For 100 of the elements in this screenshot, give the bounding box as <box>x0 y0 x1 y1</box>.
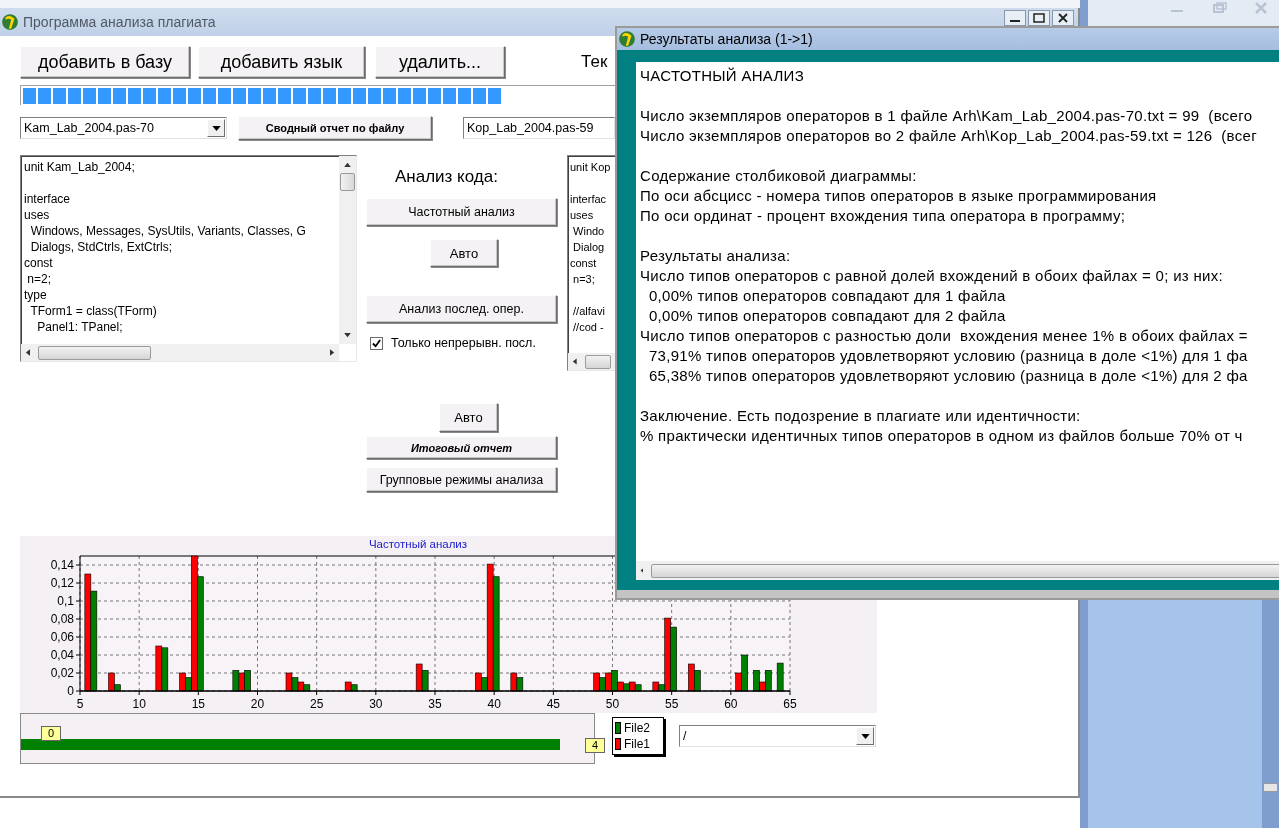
y-tick-label: 0,12 <box>50 576 74 590</box>
x-tick-label: 5 <box>76 697 84 711</box>
report-line: Результаты анализа: <box>640 246 791 266</box>
y-tick-label: 0,04 <box>50 648 74 662</box>
report-line: 0,00% типов операторов совпадают для 1 файла <box>647 286 1006 306</box>
y-tick-label: 0,08 <box>50 612 74 626</box>
gauge-min-label: 0 <box>41 726 62 741</box>
report-line: Содержание столбиковой диаграммы: <box>640 166 917 186</box>
report-line: По оси абсцисс - номера типов операторов в языке программирования <box>640 186 1157 206</box>
toolbar-button[interactable]: добавить в базу <box>20 46 190 78</box>
code-line: TForm1 = class(TForm) <box>29 303 157 319</box>
maximize-icon[interactable] <box>1028 10 1050 26</box>
scroll-right-icon[interactable] <box>330 348 335 357</box>
legend-label: File2 <box>624 721 650 735</box>
y-tick-label: 0,02 <box>50 666 74 680</box>
x-tick-label: 25 <box>310 697 324 711</box>
x-tick-label: 10 <box>132 697 146 711</box>
filter-combobox[interactable]: / <box>679 725 876 747</box>
caret-icon <box>860 733 870 739</box>
check-icon <box>372 338 381 348</box>
report-line: 65,38% типов операторов удовлетворяют условию (разница в доле <1%) для 2 фа <box>647 366 1248 386</box>
code-line: n=3; <box>572 272 595 287</box>
gauge-max-label: 4 <box>585 738 606 753</box>
x-tick-label: 30 <box>369 697 383 711</box>
checkbox-label: Только непрерывн. посл. <box>391 336 536 350</box>
code-memo[interactable]: unit Kop interfac uses Windo Dialog const n=3; //alfavi //cod - <box>567 155 616 371</box>
code-line: interfac <box>570 192 607 207</box>
code-line: unit Kop <box>570 160 611 175</box>
scroll-up-icon[interactable] <box>343 162 352 167</box>
x-tick-label: 40 <box>487 697 501 711</box>
scrollbar[interactable] <box>568 353 615 370</box>
code-line: Windows, Messages, SysUtils, Variants, Classes, G <box>29 223 306 239</box>
report-line: 0,00% типов операторов совпадают для 2 файла <box>647 306 1006 326</box>
bar <box>776 662 784 692</box>
report-line: ЧАСТОТНЫЙ АНАЛИЗ <box>640 66 805 86</box>
group-modes-button[interactable]: Групповые режимы анализа <box>366 467 557 492</box>
x-tick-label: 15 <box>191 697 205 711</box>
scrollbar[interactable] <box>1262 600 1279 828</box>
report-line: Заключение. Есть подозрение в плагиате или идентичности: <box>640 406 1081 426</box>
report-line: Число типов операторов с равной долей вхождений в обоих файлах = 0; из них: <box>640 266 1224 286</box>
frequency-analysis-button[interactable]: Частотный анализ <box>366 198 557 226</box>
summary-button[interactable]: Сводный отчет по файлу <box>238 116 432 140</box>
x-tick-label: 55 <box>665 697 679 711</box>
scroll-thumb[interactable] <box>340 173 355 191</box>
scroll-left-icon[interactable] <box>25 348 30 357</box>
code-line: interface <box>24 191 71 207</box>
section-label: Тек <box>581 52 608 72</box>
report-line: Число типов операторов с разностью доли вхождения менее 1% в обоих файлах = <box>640 326 1248 346</box>
code-line: Dialog <box>572 240 605 255</box>
report-line: По оси ординат - процент вхождения типа оператора в программу; <box>640 206 1126 226</box>
code-line: n=2; <box>26 271 52 287</box>
x-tick-label: 65 <box>783 697 797 711</box>
scroll-thumb[interactable] <box>651 563 1279 578</box>
code-line: type <box>24 287 47 303</box>
auto-button[interactable]: Авто <box>430 239 498 267</box>
code-line: Windo <box>572 224 605 239</box>
code-line: //cod - <box>572 320 604 335</box>
checkbox[interactable] <box>370 336 383 350</box>
y-tick-label: 0,06 <box>50 630 74 644</box>
report-line: 73,91% типов операторов удовлетворяют условию (разница в доле <1%) для 1 фа <box>647 346 1248 366</box>
toolbar-button[interactable]: удалить... <box>375 46 505 78</box>
scroll-thumb[interactable] <box>1263 783 1278 792</box>
report-line: Число экземпляров операторов во 2 файле Arh\Kop_Lab_2004.pas-59.txt = 126 (всег <box>640 126 1257 146</box>
scroll-left-icon[interactable] <box>572 357 577 366</box>
scroll-thumb[interactable] <box>38 345 151 360</box>
scroll-thumb[interactable] <box>584 354 611 369</box>
scrollbar[interactable] <box>21 344 339 361</box>
code-line: const <box>570 256 597 271</box>
scroll-down-icon[interactable] <box>343 333 352 338</box>
close-icon[interactable] <box>1052 10 1074 26</box>
window-title: Результаты анализа (1->1) <box>640 31 813 47</box>
legend-label: File1 <box>624 737 650 751</box>
x-tick-label: 35 <box>428 697 442 711</box>
analysis-heading: Анализ кода: <box>395 167 498 188</box>
code-line: unit Kam_Lab_2004; <box>24 159 135 175</box>
code-line: uses <box>24 207 50 223</box>
sequence-analysis-button[interactable]: Анализ послед. опер. <box>366 295 557 323</box>
file-combobox[interactable]: Kop_Lab_2004.pas-59 <box>463 117 615 139</box>
final-report-button[interactable]: Итоговый отчет <box>366 436 557 459</box>
x-tick-label: 60 <box>724 697 738 711</box>
code-line: Panel1: TPanel; <box>36 319 123 335</box>
x-tick-label: 50 <box>605 697 620 711</box>
x-tick-label: 45 <box>546 697 560 711</box>
scrollbar[interactable] <box>636 561 1279 580</box>
minimize-icon[interactable] <box>1004 10 1026 26</box>
code-line: //alfavi <box>572 304 605 319</box>
report-line: Число экземпляров операторов в 1 файле Arh\Kam_Lab_2004.pas-70.txt = 99 (всего <box>640 106 1253 126</box>
y-tick-label: 0,1 <box>57 594 74 608</box>
toolbar-button[interactable]: добавить язык <box>198 46 365 78</box>
file-combobox[interactable]: Kam_Lab_2004.pas-70 <box>20 117 227 139</box>
auto-button[interactable]: Авто <box>439 403 498 432</box>
x-tick-label: 20 <box>250 697 265 711</box>
scrollbar[interactable] <box>339 156 356 344</box>
report-line: % практически идентичных типов операторов в одном из файлов больше 70% от ч <box>640 426 1243 446</box>
chart-title: Частотный анализ <box>368 538 468 550</box>
app-icon <box>1 13 19 31</box>
code-line: Dialogs, StdCtrls, ExtCtrls; <box>29 239 173 255</box>
y-tick-label: 0 <box>67 684 74 698</box>
app-icon <box>618 30 636 48</box>
code-memo[interactable]: unit Kam_Lab_2004; interface uses Windows, Messages, SysUtils, Variants, Classes, G Dialogs, StdCtrls, ExtCtrls; const n=2; type TForm1 = class(TForm) Panel1: TPanel; <box>20 155 357 362</box>
